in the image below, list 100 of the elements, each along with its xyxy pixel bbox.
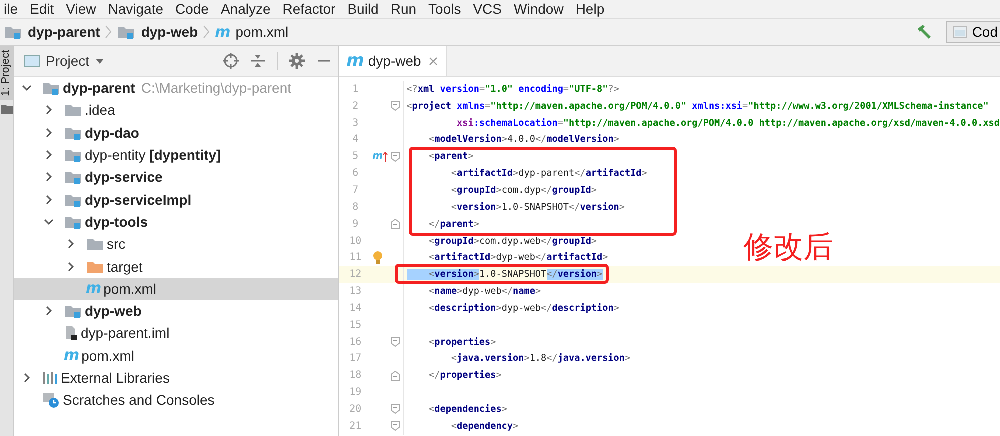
fold-icon[interactable] bbox=[390, 219, 400, 230]
line-number: 12 bbox=[348, 269, 363, 280]
menu-item[interactable]: Analyze bbox=[214, 1, 277, 17]
toolbar-button[interactable]: Cod bbox=[946, 21, 1000, 43]
code-line: <name>dyp-web</name> bbox=[428, 286, 542, 298]
tree-item[interactable]: dyp-dao bbox=[14, 122, 338, 144]
menu-item[interactable]: Edit bbox=[24, 1, 60, 17]
lightbulb-icon[interactable] bbox=[372, 250, 383, 265]
tree-item[interactable]: m pom.xml bbox=[14, 278, 338, 300]
chevron-icon[interactable] bbox=[44, 172, 54, 182]
breadcrumb[interactable]: dyp-web bbox=[115, 24, 200, 40]
menu-item[interactable]: Run bbox=[384, 1, 423, 17]
code-line: </parent> bbox=[428, 218, 480, 230]
line-number: 21 bbox=[348, 420, 363, 432]
line-number: 13 bbox=[348, 286, 363, 298]
maven-file-icon: m bbox=[64, 348, 80, 364]
line-number: 14 bbox=[348, 302, 363, 314]
fold-icon[interactable] bbox=[390, 337, 400, 348]
settings-icon[interactable] bbox=[288, 53, 305, 69]
breadcrumb[interactable]: dyp-parent bbox=[2, 24, 102, 40]
line-number: 6 bbox=[352, 168, 360, 180]
tree-item[interactable]: dyp-parent.iml bbox=[14, 322, 338, 345]
window-icon bbox=[953, 26, 968, 38]
breadcrumb[interactable]: m pom.xml bbox=[213, 24, 291, 40]
collapse-all-icon[interactable] bbox=[250, 53, 266, 69]
code-line: xsi:schemaLocation="http://maven.apache.org/POM/4.0.0 http://maven.apache.org/xsd/maven-4.0.0.xsd bbox=[456, 118, 1000, 129]
folder-icon bbox=[64, 103, 82, 118]
annotation-text: 修改后 bbox=[744, 229, 834, 267]
menu-item[interactable]: Code bbox=[170, 1, 215, 17]
chevron-icon[interactable] bbox=[22, 373, 32, 383]
line-number: 2 bbox=[352, 100, 360, 112]
folder-icon bbox=[0, 104, 12, 114]
project-tool-tab[interactable]: 1: Project bbox=[0, 46, 13, 100]
scratches-icon bbox=[42, 392, 60, 408]
menu-item[interactable]: Refactor bbox=[276, 1, 342, 17]
chevron-icon[interactable] bbox=[44, 150, 54, 160]
fold-icon[interactable] bbox=[390, 421, 400, 432]
close-icon[interactable] bbox=[429, 56, 438, 66]
maven-file-icon: m bbox=[215, 24, 231, 40]
code-line: <?xml version="1.0" encoding="UTF-8"?> bbox=[406, 84, 620, 95]
line-number: 7 bbox=[352, 184, 360, 196]
code-line: <dependencies> bbox=[428, 404, 508, 415]
menu-item[interactable]: View bbox=[60, 1, 102, 17]
fold-icon[interactable] bbox=[390, 152, 400, 162]
file-icon bbox=[64, 325, 78, 342]
line-number: 18 bbox=[348, 370, 363, 382]
chevron-icon[interactable] bbox=[66, 239, 76, 250]
tree-item[interactable]: src bbox=[14, 233, 338, 256]
code-line: <project xmlns="http://maven.apache.org/POM/4.0.0" xmlns:xsi="http://www.w3.org/2001/XMLSchema-instance" bbox=[406, 100, 989, 112]
menu-item[interactable]: ile bbox=[0, 1, 24, 17]
tree-item[interactable]: dyp-service bbox=[14, 166, 338, 188]
code-line: <parent> bbox=[428, 151, 474, 162]
menu-item[interactable]: Window bbox=[508, 1, 570, 17]
chevron-icon[interactable] bbox=[66, 262, 76, 272]
tree-item[interactable]: dyp-entity [dypentity] bbox=[14, 144, 338, 166]
fold-icon[interactable] bbox=[390, 101, 400, 112]
editor-tab[interactable]: m dyp-web bbox=[338, 46, 448, 76]
fold-icon[interactable] bbox=[390, 370, 400, 381]
chevron-icon[interactable] bbox=[44, 194, 54, 205]
menu-item[interactable]: Build bbox=[342, 1, 385, 17]
menu-item[interactable]: Navigate bbox=[102, 1, 170, 17]
tree-item[interactable]: dyp-parent C:\Marketing\dyp-parent bbox=[14, 77, 338, 100]
tree-item[interactable]: External Libraries bbox=[14, 366, 338, 390]
line-number: 16 bbox=[348, 336, 363, 348]
line-number: 8 bbox=[352, 202, 360, 213]
tree-item[interactable]: dyp-web bbox=[14, 300, 338, 322]
chevron-icon[interactable] bbox=[44, 105, 54, 116]
module-folder-icon bbox=[64, 170, 82, 184]
menu-item[interactable]: VCS bbox=[467, 1, 508, 17]
tree-item[interactable]: dyp-tools bbox=[14, 210, 338, 234]
project-view-dropdown[interactable]: Project bbox=[24, 53, 104, 69]
caret-icon bbox=[96, 58, 104, 64]
chevron-icon[interactable] bbox=[44, 306, 54, 316]
folder-icon bbox=[86, 260, 104, 274]
fold-icon[interactable] bbox=[390, 404, 400, 414]
module-folder-icon bbox=[42, 81, 60, 96]
module-folder-icon bbox=[117, 25, 136, 39]
module-folder-icon bbox=[64, 148, 82, 162]
tree-item[interactable]: m pom.xml bbox=[14, 344, 338, 367]
folder-icon bbox=[86, 237, 104, 252]
tree-item[interactable]: .idea bbox=[14, 99, 338, 122]
chevron-icon[interactable] bbox=[22, 83, 32, 94]
library-icon bbox=[42, 371, 58, 385]
code-line: <description>dyp-web</description> bbox=[428, 302, 620, 314]
maven-file-icon: m bbox=[346, 52, 364, 70]
code-line: <java.version>1.8</java.version> bbox=[450, 353, 631, 364]
module-folder-icon bbox=[64, 192, 82, 207]
tree-item[interactable]: target bbox=[14, 255, 338, 278]
menu-item[interactable]: Tools bbox=[422, 1, 468, 17]
menu-item[interactable]: Help bbox=[570, 1, 611, 17]
chevron-icon[interactable] bbox=[44, 128, 54, 138]
locate-icon[interactable] bbox=[222, 53, 239, 69]
code-line: <dependency> bbox=[450, 420, 519, 432]
tree-item[interactable]: dyp-serviceImpl bbox=[14, 188, 338, 211]
tree-item[interactable]: Scratches and Consoles bbox=[14, 389, 338, 412]
window-icon bbox=[24, 55, 40, 67]
line-number: 10 bbox=[348, 236, 363, 247]
module-folder-icon bbox=[64, 304, 82, 318]
code-line: <properties> bbox=[428, 336, 496, 348]
chevron-icon[interactable] bbox=[44, 216, 54, 227]
